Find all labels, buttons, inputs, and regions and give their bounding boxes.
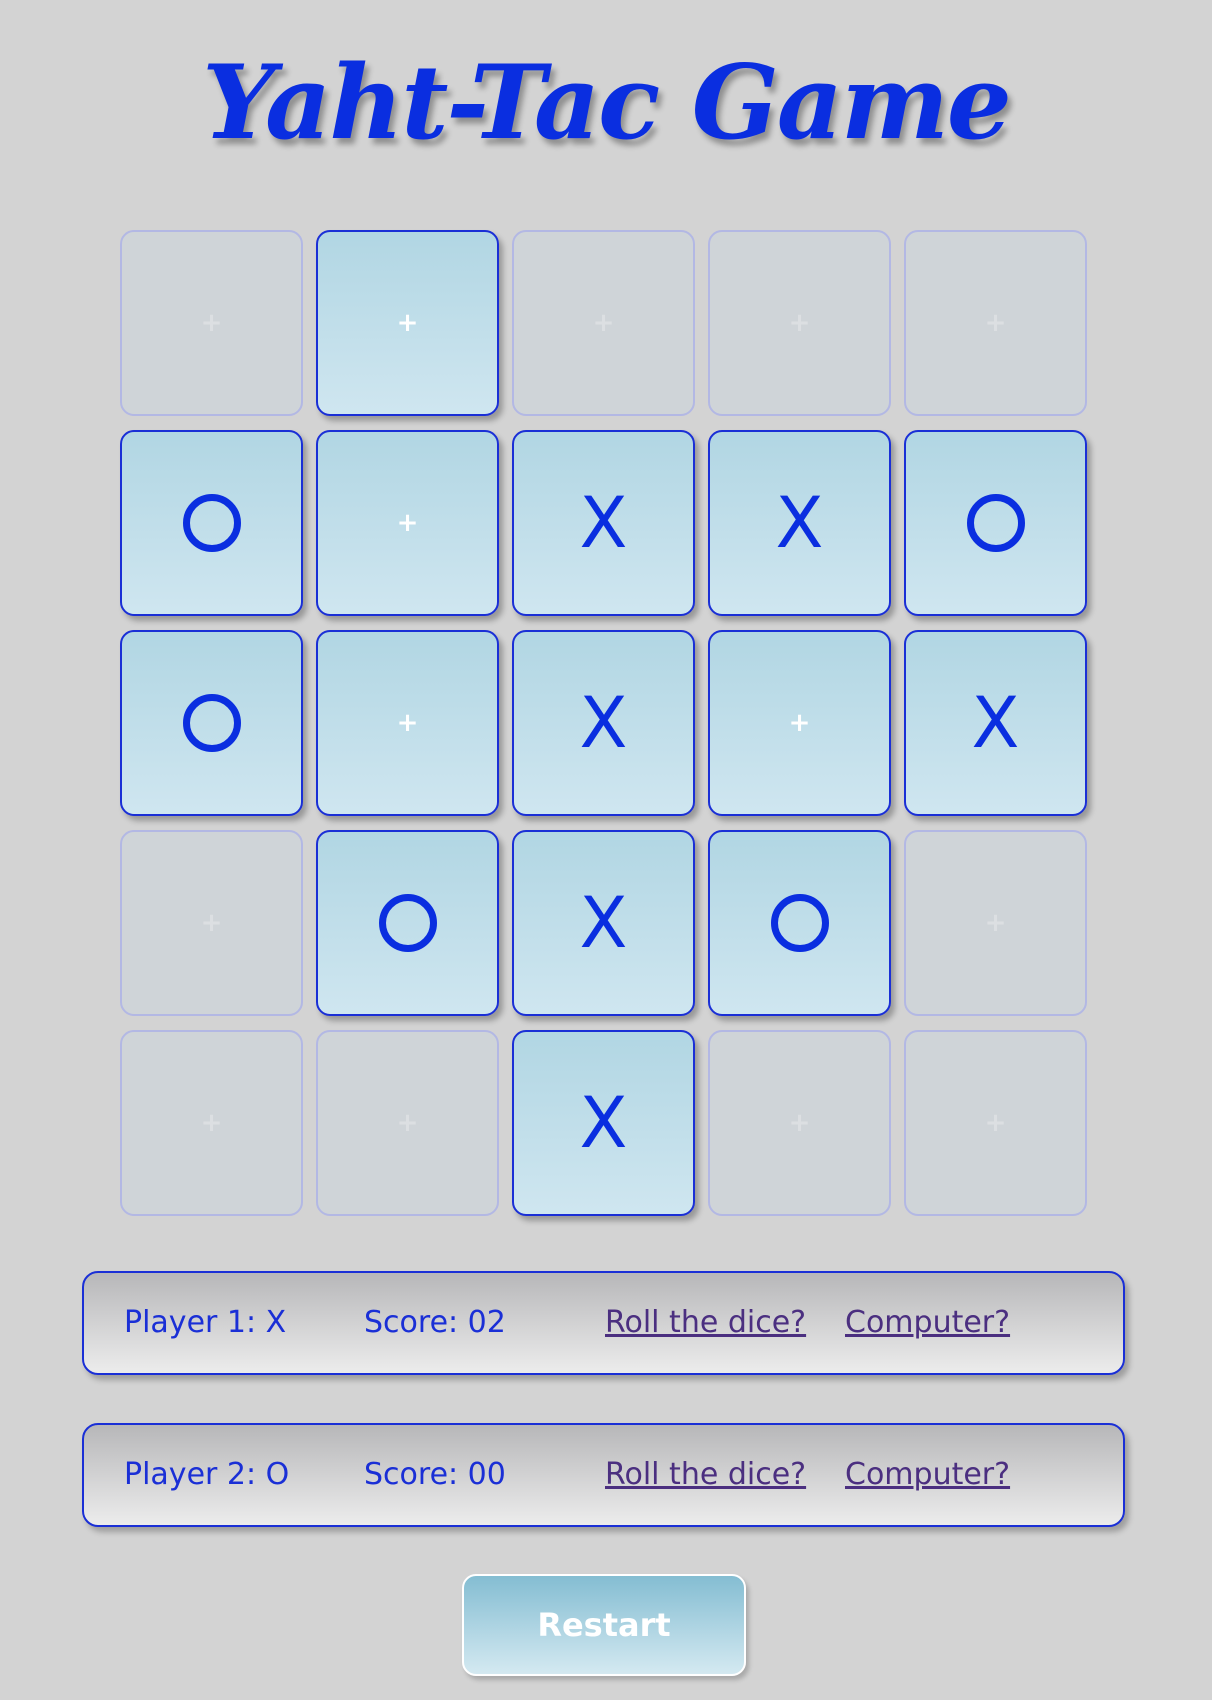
plus-icon: + [592, 308, 615, 338]
board-cell[interactable]: + [120, 830, 303, 1016]
player-1-roll-dice-link[interactable]: Roll the dice? [605, 1273, 806, 1373]
plus-icon: + [788, 708, 811, 738]
board-cell[interactable]: X [512, 1030, 695, 1216]
x-mark: X [579, 1082, 628, 1164]
board-cell[interactable]: X [512, 830, 695, 1016]
board-cell[interactable]: + [904, 230, 1087, 416]
board-cell[interactable]: O [904, 430, 1087, 616]
board-cell[interactable]: + [120, 230, 303, 416]
restart-button[interactable]: Restart [462, 1574, 746, 1676]
plus-icon: + [984, 908, 1007, 938]
plus-icon: + [984, 1108, 1007, 1138]
plus-icon: + [396, 508, 419, 538]
board-cell[interactable]: O [120, 630, 303, 816]
plus-icon: + [396, 1108, 419, 1138]
board-cell[interactable]: + [120, 1030, 303, 1216]
board-cell[interactable]: X [512, 630, 695, 816]
board-cell[interactable]: X [904, 630, 1087, 816]
board-cell[interactable]: + [708, 1030, 891, 1216]
board-cell[interactable]: + [904, 1030, 1087, 1216]
board-cell[interactable]: O [708, 830, 891, 1016]
plus-icon: + [396, 708, 419, 738]
board-cell[interactable]: O [120, 430, 303, 616]
plus-icon: + [788, 308, 811, 338]
board-cell[interactable]: + [904, 830, 1087, 1016]
board-cell[interactable]: + [316, 630, 499, 816]
board-cell[interactable]: + [316, 430, 499, 616]
board-cell[interactable]: + [316, 1030, 499, 1216]
x-mark: X [579, 882, 628, 964]
plus-icon: + [200, 308, 223, 338]
board-cell[interactable]: + [512, 230, 695, 416]
board-cell[interactable]: + [708, 230, 891, 416]
player-1-score: Score: 02 [364, 1305, 506, 1340]
game-board: + + + + + O + X X O O + X + X + O X O + + + X + + [120, 230, 1088, 1218]
x-mark: X [579, 482, 628, 564]
x-mark: X [775, 482, 824, 564]
board-cell[interactable]: + [316, 230, 499, 416]
o-mark: O [378, 894, 437, 952]
x-mark: X [579, 682, 628, 764]
player-2-computer-link[interactable]: Computer? [845, 1425, 1010, 1525]
board-cell[interactable]: X [708, 430, 891, 616]
board-cell[interactable]: X [512, 430, 695, 616]
board-cell[interactable]: O [316, 830, 499, 1016]
player-2-score: Score: 00 [364, 1457, 506, 1492]
x-mark: X [971, 682, 1020, 764]
o-mark: O [770, 894, 829, 952]
board-cell[interactable]: + [708, 630, 891, 816]
player-1-panel: Player 1: X Score: 02 Roll the dice? Com… [82, 1271, 1125, 1375]
page-title: Yaht-Tac Game [202, 43, 1012, 163]
player-2-label: Player 2: O [124, 1457, 290, 1492]
player-1-label: Player 1: X [124, 1305, 287, 1340]
plus-icon: + [200, 1108, 223, 1138]
plus-icon: + [788, 1108, 811, 1138]
player-1-computer-link[interactable]: Computer? [845, 1273, 1010, 1373]
o-mark: O [182, 694, 241, 752]
plus-icon: + [396, 308, 419, 338]
plus-icon: + [984, 308, 1007, 338]
o-mark: O [966, 494, 1025, 552]
plus-icon: + [200, 908, 223, 938]
player-2-roll-dice-link[interactable]: Roll the dice? [605, 1425, 806, 1525]
o-mark: O [182, 494, 241, 552]
player-2-panel: Player 2: O Score: 00 Roll the dice? Com… [82, 1423, 1125, 1527]
